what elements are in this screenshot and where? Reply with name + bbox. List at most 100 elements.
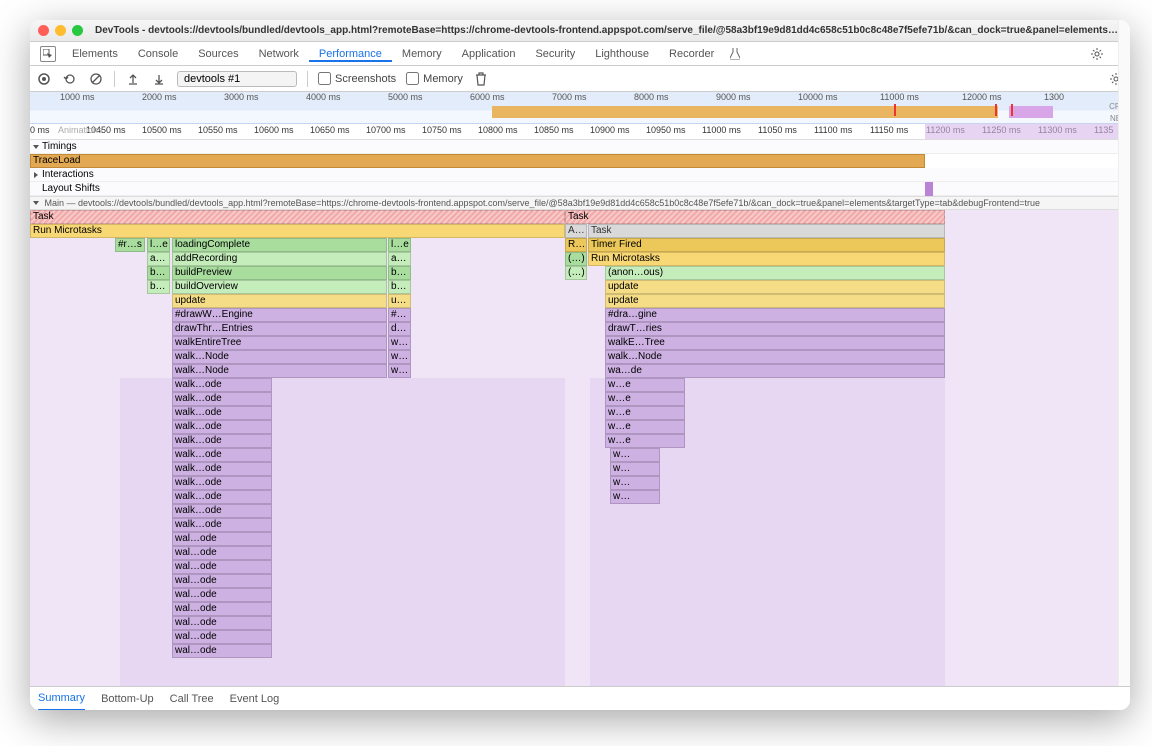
flame-bar[interactable]: w… <box>610 490 660 504</box>
layoutshift-marker[interactable] <box>925 182 933 196</box>
flame-bar[interactable]: (…) <box>565 252 587 266</box>
flame-bar[interactable]: w…e <box>605 406 685 420</box>
flame-bar[interactable]: Task <box>565 210 945 224</box>
layoutshifts-header[interactable]: Layout Shifts <box>30 182 1130 196</box>
flame-bar[interactable]: u… <box>388 294 411 308</box>
flame-bar[interactable]: walk…ode <box>172 406 272 420</box>
flame-bar[interactable]: walk…Node <box>172 364 387 378</box>
tab-security[interactable]: Security <box>525 48 585 60</box>
flame-bar[interactable]: walk…ode <box>172 420 272 434</box>
record-icon[interactable] <box>36 71 52 87</box>
flame-bar[interactable]: b… <box>147 266 170 280</box>
upload-icon[interactable] <box>125 71 141 87</box>
close-traffic-light[interactable] <box>38 25 49 36</box>
flame-bar[interactable]: wal…ode <box>172 602 272 616</box>
settings-gear-icon[interactable] <box>1090 47 1104 61</box>
flame-bar[interactable]: Run Microtasks <box>30 224 565 238</box>
flame-bar[interactable]: walk…ode <box>172 448 272 462</box>
tab-performance[interactable]: Performance <box>309 48 392 62</box>
timings-header[interactable]: Timings <box>30 140 1130 154</box>
flame-bar[interactable]: walk…ode <box>172 476 272 490</box>
flame-bar[interactable]: walk…Node <box>605 350 945 364</box>
traceload-bar[interactable]: TraceLoad <box>30 154 925 168</box>
flame-bar[interactable]: w… <box>610 476 660 490</box>
flame-bar[interactable]: buildOverview <box>172 280 387 294</box>
flame-bar[interactable]: update <box>605 294 945 308</box>
flame-bar[interactable]: wa…de <box>605 364 945 378</box>
flame-bar[interactable]: wal…ode <box>172 532 272 546</box>
flame-bar[interactable]: d… <box>388 322 411 336</box>
details-tab-event-log[interactable]: Event Log <box>230 693 280 705</box>
screenshots-checkbox[interactable]: Screenshots <box>318 72 396 85</box>
vertical-scrollbar[interactable] <box>1118 20 1130 686</box>
download-icon[interactable] <box>151 71 167 87</box>
flame-bar[interactable]: buildPreview <box>172 266 387 280</box>
interactions-header[interactable]: Interactions <box>30 168 1130 182</box>
flame-bar[interactable]: w… <box>610 462 660 476</box>
flame-bar[interactable]: #drawW…Engine <box>172 308 387 322</box>
zoom-traffic-light[interactable] <box>72 25 83 36</box>
flame-bar[interactable]: update <box>605 280 945 294</box>
flame-bar[interactable]: Run Microtasks <box>588 252 945 266</box>
tab-recorder[interactable]: Recorder <box>659 48 724 60</box>
flame-bar[interactable]: l…e <box>147 238 170 252</box>
flame-bar[interactable]: #… <box>388 308 411 322</box>
flame-bar[interactable]: b… <box>388 280 411 294</box>
flame-bar[interactable]: walk…ode <box>172 434 272 448</box>
flame-bar[interactable]: walk…ode <box>172 490 272 504</box>
flame-bar[interactable]: w…e <box>605 392 685 406</box>
flame-bar[interactable]: addRecording <box>172 252 387 266</box>
timeline-ruler[interactable]: 0 ms10450 ms10500 ms10550 ms10600 ms1065… <box>30 124 1130 140</box>
details-tab-call-tree[interactable]: Call Tree <box>170 693 214 705</box>
details-tab-bottom-up[interactable]: Bottom-Up <box>101 693 154 705</box>
tab-sources[interactable]: Sources <box>188 48 248 60</box>
flame-bar[interactable]: drawT…ries <box>605 322 945 336</box>
details-tab-summary[interactable]: Summary <box>38 687 85 711</box>
flame-bar[interactable]: wal…ode <box>172 616 272 630</box>
tab-lighthouse[interactable]: Lighthouse <box>585 48 659 60</box>
flame-bar[interactable]: loadingComplete <box>172 238 387 252</box>
flame-bar[interactable]: update <box>172 294 387 308</box>
flame-bar[interactable]: #r…s <box>115 238 145 252</box>
flame-bar[interactable]: #dra…gine <box>605 308 945 322</box>
flame-bar[interactable]: walk…ode <box>172 462 272 476</box>
tab-network[interactable]: Network <box>249 48 309 60</box>
flame-bar[interactable]: w… <box>388 336 411 350</box>
flame-bar[interactable]: b… <box>147 280 170 294</box>
flame-bar[interactable]: Timer Fired <box>588 238 945 252</box>
timeline-overview[interactable]: 1000 ms2000 ms3000 ms4000 ms5000 ms6000 … <box>30 92 1130 124</box>
tab-application[interactable]: Application <box>452 48 526 60</box>
flame-bar[interactable]: A… <box>565 224 587 238</box>
reload-icon[interactable] <box>62 71 78 87</box>
minimize-traffic-light[interactable] <box>55 25 66 36</box>
flame-bar[interactable]: (anon…ous) <box>605 266 945 280</box>
inspect-icon[interactable] <box>40 46 56 62</box>
flame-bar[interactable]: l…e <box>388 238 411 252</box>
flame-bar[interactable]: w… <box>388 364 411 378</box>
flame-bar[interactable]: a… <box>388 252 411 266</box>
flame-bar[interactable]: w… <box>610 448 660 462</box>
flame-bar[interactable]: (…) <box>565 266 587 280</box>
flame-bar[interactable]: wal…ode <box>172 630 272 644</box>
flame-bar[interactable]: R… <box>565 238 587 252</box>
tab-console[interactable]: Console <box>128 48 188 60</box>
memory-checkbox[interactable]: Memory <box>406 72 463 85</box>
flame-bar[interactable]: a… <box>147 252 170 266</box>
flame-bar[interactable]: wal…ode <box>172 588 272 602</box>
flame-bar[interactable]: w…e <box>605 420 685 434</box>
clear-icon[interactable] <box>88 71 104 87</box>
flame-bar[interactable]: drawThr…Entries <box>172 322 387 336</box>
flame-bar[interactable]: w…e <box>605 434 685 448</box>
profile-select[interactable]: devtools #1 <box>177 71 297 87</box>
flame-bar[interactable]: wal…ode <box>172 644 272 658</box>
flame-bar[interactable]: w… <box>388 350 411 364</box>
flame-bar[interactable]: walk…ode <box>172 378 272 392</box>
flame-bar[interactable]: Task <box>588 224 945 238</box>
main-thread-header[interactable]: Main — devtools://devtools/bundled/devto… <box>30 196 1130 210</box>
flame-bar[interactable]: w…e <box>605 378 685 392</box>
trash-icon[interactable] <box>473 71 489 87</box>
flame-bar[interactable]: Task <box>30 210 565 224</box>
flame-bar[interactable]: wal…ode <box>172 546 272 560</box>
flame-bar[interactable]: wal…ode <box>172 574 272 588</box>
tab-memory[interactable]: Memory <box>392 48 452 60</box>
